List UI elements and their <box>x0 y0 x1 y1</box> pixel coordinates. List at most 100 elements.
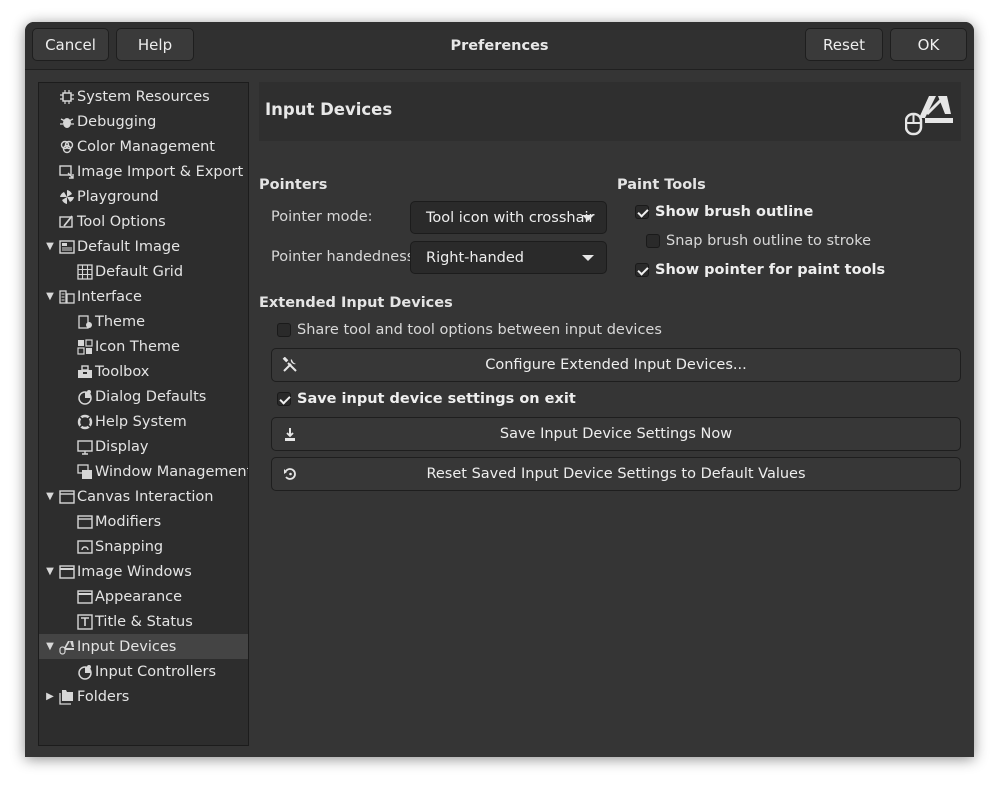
sidebar-item-label: Dialog Defaults <box>95 388 207 405</box>
sidebar-item-folders[interactable]: ▶ Folders <box>39 684 248 709</box>
window-icon <box>59 564 75 580</box>
page-banner: Input Devices <box>259 82 961 141</box>
expander-open-icon[interactable]: ▼ <box>44 291 56 303</box>
sidebar-item-label: Image Import & Export <box>77 163 244 180</box>
checkbox-box[interactable] <box>635 205 649 219</box>
sidebar-item-interface[interactable]: ▼ Interface <box>39 284 248 309</box>
sidebar-item-label: Snapping <box>95 538 164 555</box>
configure-extended-input-devices-button[interactable]: Configure Extended Input Devices... <box>271 348 961 382</box>
expander-open-icon[interactable]: ▼ <box>44 641 56 653</box>
expander-open-icon[interactable]: ▼ <box>44 241 56 253</box>
expander-open-icon[interactable]: ▼ <box>44 566 56 578</box>
tool-options-icon <box>59 214 75 230</box>
sidebar-item-label: Help System <box>95 413 187 430</box>
sidebar-item-default-image[interactable]: ▼ Default Image <box>39 234 248 259</box>
checkbox-box[interactable] <box>277 392 291 406</box>
reset-saved-settings-button[interactable]: Reset Saved Input Device Settings to Def… <box>271 457 961 491</box>
pointer-mode-value: Tool icon with crosshair <box>426 209 595 226</box>
sidebar-item-label: Default Image <box>77 238 181 255</box>
sidebar-item-label: Color Management <box>77 138 215 155</box>
sidebar-item-playground[interactable]: Playground <box>39 184 248 209</box>
help-button[interactable]: Help <box>116 28 194 61</box>
paint-tools-section-title: Paint Tools <box>617 177 706 193</box>
share-tool-options-checkbox[interactable]: Share tool and tool options between inpu… <box>277 320 662 340</box>
sidebar-item-input-controllers[interactable]: Input Controllers <box>39 659 248 684</box>
canvas-icon <box>59 489 75 505</box>
sidebar-item-window-management[interactable]: Window Management <box>39 459 248 484</box>
pinwheel-icon <box>59 189 75 205</box>
sidebar-item-label: Icon Theme <box>95 338 180 355</box>
sidebar-item-canvas-interaction[interactable]: ▼ Canvas Interaction <box>39 484 248 509</box>
interface-icon <box>59 289 75 305</box>
snap-brush-outline-checkbox[interactable]: Snap brush outline to stroke <box>646 231 871 251</box>
sidebar-item-input-devices[interactable]: ▼ Input Devices <box>39 634 248 659</box>
preferences-category-tree[interactable]: System Resources Debugging Color Managemen… <box>38 82 249 746</box>
sidebar-item-label: System Resources <box>77 88 210 105</box>
checkbox-label: Show brush outline <box>655 204 814 220</box>
sidebar-item-modifiers[interactable]: Modifiers <box>39 509 248 534</box>
sidebar-item-label: Image Windows <box>77 563 192 580</box>
sidebar-item-tool-options[interactable]: Tool Options <box>39 209 248 234</box>
sidebar-item-color-management[interactable]: Color Management <box>39 134 248 159</box>
reset-arrow-icon <box>284 468 296 480</box>
save-now-button-label: Save Input Device Settings Now <box>499 426 733 442</box>
sidebar-item-label: Appearance <box>95 588 183 605</box>
save-settings-on-exit-checkbox[interactable]: Save input device settings on exit <box>277 389 576 409</box>
sidebar-item-label: Playground <box>77 188 159 205</box>
sidebar-item-image-windows[interactable]: ▼ Image Windows <box>39 559 248 584</box>
save-download-icon <box>285 428 295 441</box>
image-icon <box>59 239 75 255</box>
canvas-icon <box>77 514 93 530</box>
reset-button-label: Reset Saved Input Device Settings to Def… <box>426 466 806 482</box>
bug-icon <box>59 114 75 130</box>
checkbox-label: Snap brush outline to stroke <box>666 233 872 249</box>
sidebar-item-system-resources[interactable]: System Resources <box>39 84 248 109</box>
pointer-handedness-dropdown[interactable]: Right-handed <box>410 241 607 274</box>
expander-open-icon[interactable]: ▼ <box>44 491 56 503</box>
pointer-handedness-label: Pointer handedness: <box>271 249 420 265</box>
sidebar-item-label: Input Controllers <box>95 663 217 680</box>
reset-button[interactable]: Reset <box>805 28 883 61</box>
chevron-down-icon <box>582 255 594 261</box>
sidebar-item-label: Debugging <box>77 113 157 130</box>
checkbox-box[interactable] <box>646 234 660 248</box>
sidebar-item-snapping[interactable]: Snapping <box>39 534 248 559</box>
dialog-defaults-icon <box>77 664 93 680</box>
sidebar-item-display[interactable]: Display <box>39 434 248 459</box>
sidebar-item-appearance[interactable]: Appearance <box>39 584 248 609</box>
sidebar-item-image-import-export[interactable]: Image Import & Export <box>39 159 248 184</box>
preferences-window: Cancel Help Preferences Reset OK System … <box>25 22 974 757</box>
sidebar-item-label: Toolbox <box>95 363 150 380</box>
cancel-button[interactable]: Cancel <box>32 28 109 61</box>
sidebar-item-dialog-defaults[interactable]: Dialog Defaults <box>39 384 248 409</box>
color-circles-icon <box>59 139 75 155</box>
sidebar-item-theme[interactable]: Theme <box>39 309 248 334</box>
sidebar-item-help-system[interactable]: Help System <box>39 409 248 434</box>
pointer-mode-dropdown[interactable]: Tool icon with crosshair <box>410 201 607 234</box>
input-devices-icon <box>905 96 953 136</box>
show-pointer-paint-tools-checkbox[interactable]: Show pointer for paint tools <box>635 260 885 280</box>
input-devices-icon <box>59 639 75 655</box>
save-input-device-settings-now-button[interactable]: Save Input Device Settings Now <box>271 417 961 451</box>
expander-closed-icon[interactable]: ▶ <box>44 691 56 703</box>
tools-icon <box>282 357 297 372</box>
sidebar-item-debugging[interactable]: Debugging <box>39 109 248 134</box>
extended-input-devices-section-title: Extended Input Devices <box>259 295 453 311</box>
sidebar-item-label: Default Grid <box>95 263 184 280</box>
show-brush-outline-checkbox[interactable]: Show brush outline <box>635 202 813 222</box>
grid-icon <box>77 263 93 280</box>
sidebar-item-icon-theme[interactable]: Icon Theme <box>39 334 248 359</box>
windows-icon <box>77 463 93 480</box>
icon-theme-icon <box>77 338 93 355</box>
snapping-icon <box>77 539 93 555</box>
checkbox-box[interactable] <box>277 323 291 337</box>
chevron-down-icon <box>582 215 594 221</box>
sidebar-item-title-status[interactable]: Title & Status <box>39 609 248 634</box>
pointer-mode-label: Pointer mode: <box>271 209 373 225</box>
sidebar-item-default-grid[interactable]: Default Grid <box>39 259 248 284</box>
checkbox-box[interactable] <box>635 263 649 277</box>
ok-button[interactable]: OK <box>890 28 967 61</box>
sidebar-item-toolbox[interactable]: Toolbox <box>39 359 248 384</box>
checkbox-label: Save input device settings on exit <box>297 391 576 407</box>
dialog-defaults-icon <box>77 389 93 405</box>
